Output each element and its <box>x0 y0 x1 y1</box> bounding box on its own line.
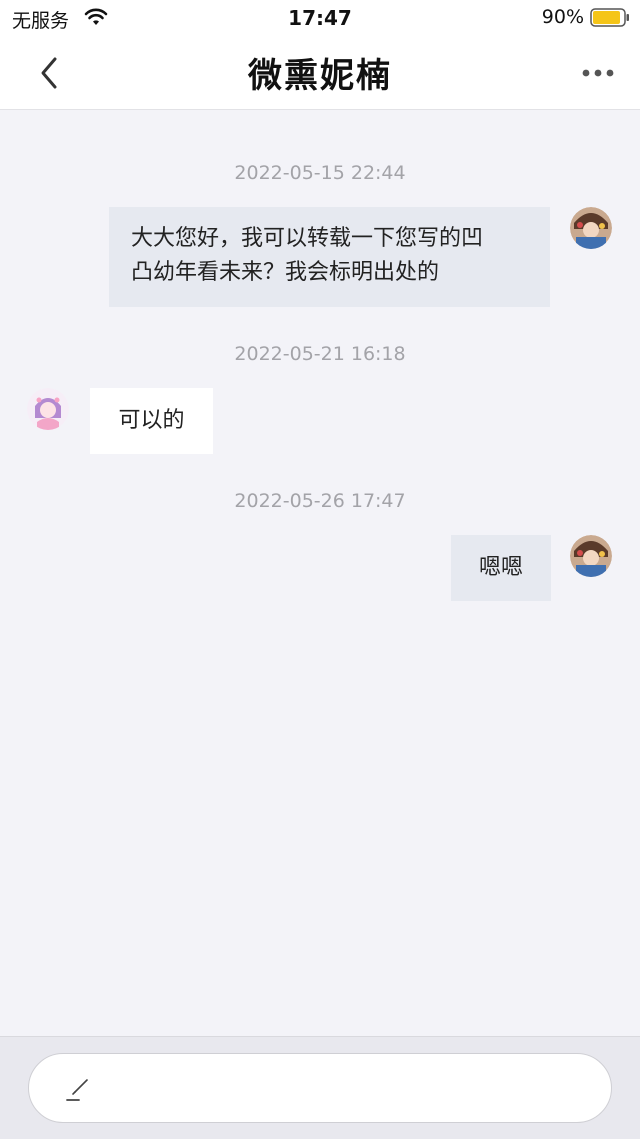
chevron-left-icon <box>41 57 57 89</box>
my-avatar[interactable] <box>570 207 612 249</box>
my-avatar[interactable] <box>570 535 612 577</box>
input-bar <box>0 1036 640 1139</box>
message-timestamp: 2022-05-21 16:18 <box>234 343 406 365</box>
pen-icon <box>66 1079 88 1101</box>
battery-percent: 90% <box>541 6 584 28</box>
incoming-message-bubble[interactable]: 可以的 <box>90 388 213 454</box>
contact-avatar[interactable] <box>27 388 69 430</box>
chat-area[interactable]: 2022-05-15 22:44 大大您好，我可以转载一下您写的凹 凸幼年看未来… <box>0 111 640 1036</box>
back-button[interactable] <box>28 52 70 94</box>
message-input[interactable] <box>28 1053 612 1123</box>
message-text-line: 可以的 <box>118 408 185 433</box>
outgoing-message-bubble[interactable]: 嗯嗯 <box>451 535 551 601</box>
page-title: 微熏妮楠 <box>248 56 392 96</box>
battery-icon <box>590 8 629 27</box>
nav-bar: 微熏妮楠 <box>0 36 640 110</box>
message-text-line: 嗯嗯 <box>478 555 523 580</box>
message-text-line: 大大您好，我可以转载一下您写的凹 <box>131 226 484 251</box>
outgoing-message-bubble[interactable]: 大大您好，我可以转载一下您写的凹 凸幼年看未来？我会标明出处的 <box>109 207 550 307</box>
ellipsis-icon <box>582 69 614 77</box>
more-button[interactable] <box>576 52 620 94</box>
message-timestamp: 2022-05-15 22:44 <box>234 162 406 184</box>
message-timestamp: 2022-05-26 17:47 <box>234 490 406 512</box>
status-bar: 无服务 17:47 90% <box>0 0 640 36</box>
message-text-line: 凸幼年看未来？我会标明出处的 <box>131 260 440 285</box>
